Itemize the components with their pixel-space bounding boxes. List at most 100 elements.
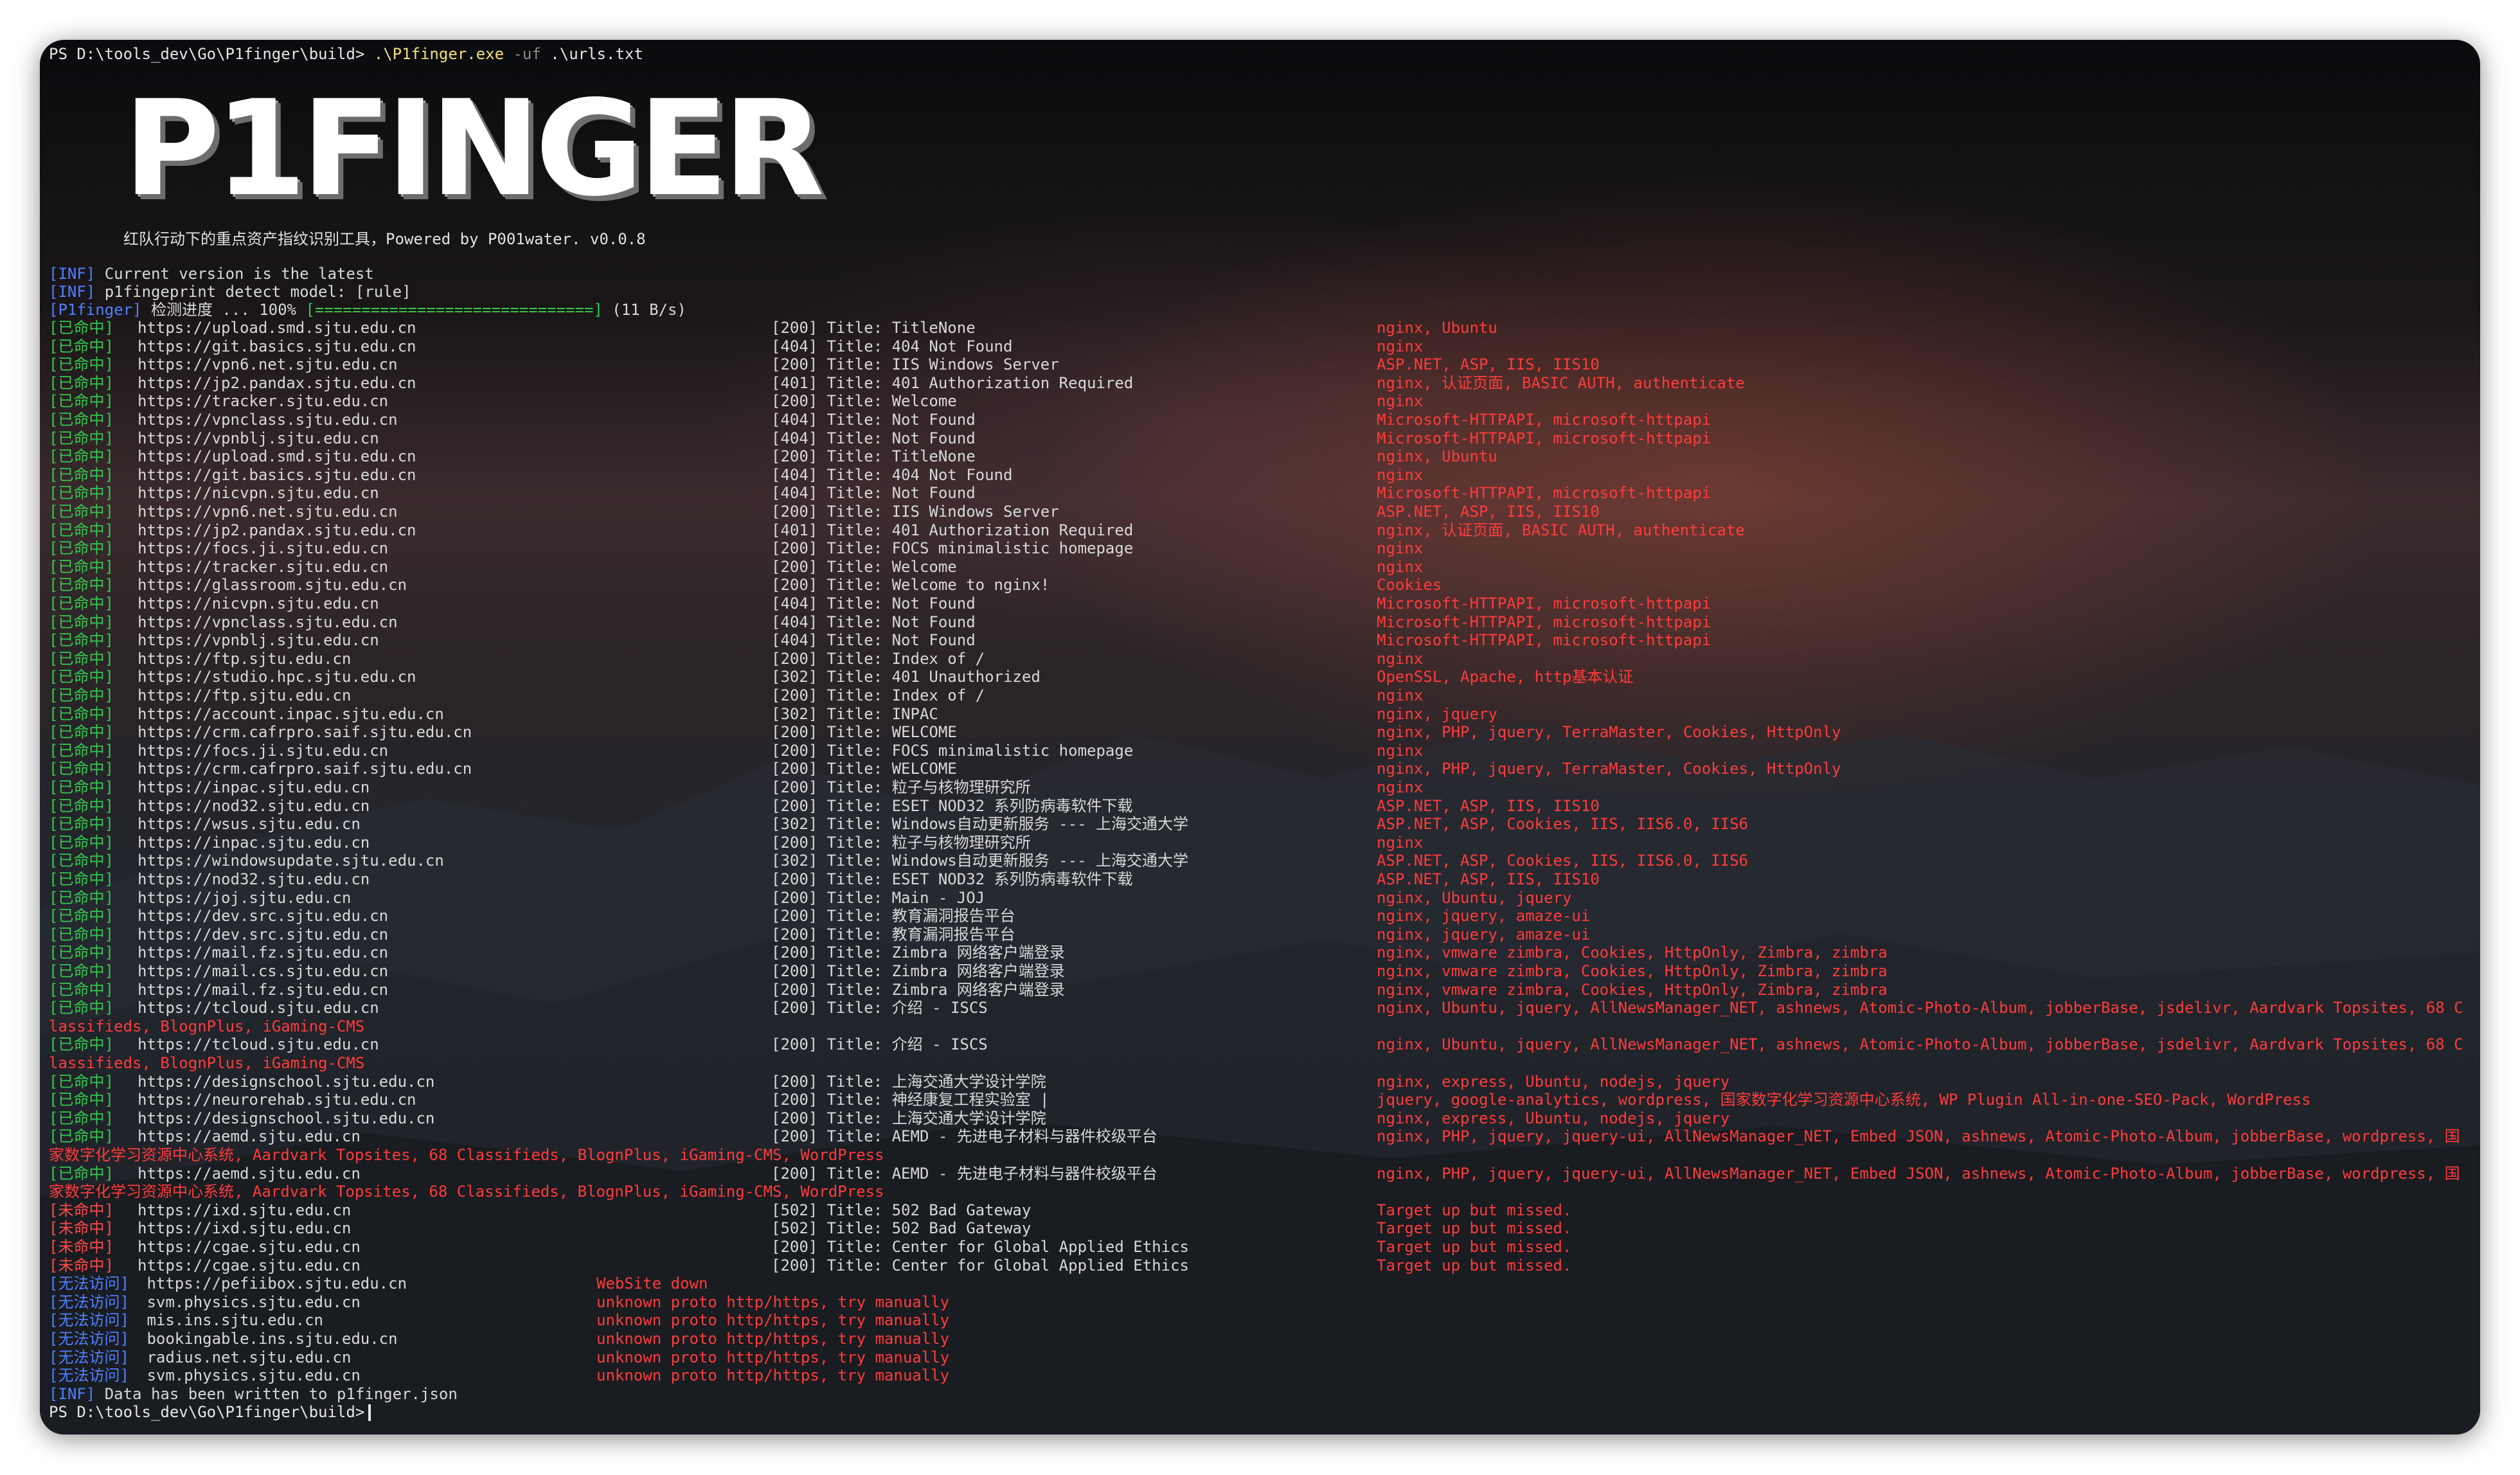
result-title: Title: TitleNone <box>818 447 976 466</box>
result-row: [已命中] https://upload.smd.sjtu.edu.cn [200]… <box>40 319 2480 337</box>
result-url: https://vpnclass.sjtu.edu.cn <box>138 411 398 429</box>
result-title: Title: 教育漏洞报告平台 <box>818 925 1015 943</box>
terminal-window[interactable]: PS D:\tools_dev\Go\P1finger\build> .\P1f… <box>40 40 2480 1435</box>
result-status-code: [200] <box>771 686 818 704</box>
result-title: Title: Zimbra 网络客户端登录 <box>818 943 1065 962</box>
result-url: https://neurorehab.sjtu.edu.cn <box>138 1091 416 1109</box>
result-url: https://vpn6.net.sjtu.edu.cn <box>138 355 398 374</box>
command-flag: -uf <box>513 45 541 63</box>
unreachable-message: unknown proto http/https, try manually <box>596 1348 950 1366</box>
result-url: https://git.basics.sjtu.edu.cn <box>138 465 416 484</box>
result-row: [已命中] https://mail.fz.sjtu.edu.cn [200] Ti… <box>40 981 2480 999</box>
result-row: [已命中] https://designschool.sjtu.edu.cn [20… <box>40 1109 2480 1127</box>
result-fingerprint: ASP.NET, ASP, Cookies, IIS, IIS6.0, IIS6 <box>1377 852 1748 870</box>
result-url: https://upload.smd.sjtu.edu.cn <box>138 319 416 337</box>
unreachable-row: [无法访问] bookingable.ins.sjtu.edu.cn unknow… <box>40 1330 2480 1348</box>
result-title: Title: 401 Authorization Required <box>818 521 1134 539</box>
result-url: https://jp2.pandax.sjtu.edu.cn <box>138 521 416 539</box>
result-title: Title: Zimbra 网络客户端登录 <box>818 980 1065 999</box>
unreachable-row: [无法访问] https://pefiibox.sjtu.edu.cn WebSi… <box>40 1274 2480 1292</box>
result-fingerprint: ASP.NET, ASP, IIS, IIS10 <box>1377 503 1600 521</box>
unreachable-row: [无法访问] svm.physics.sjtu.edu.cn unknown pr… <box>40 1293 2480 1311</box>
final-prompt-line[interactable]: PS D:\tools_dev\Go\P1finger\build> <box>49 1403 371 1422</box>
result-url: https://ftp.sjtu.edu.cn <box>138 686 352 704</box>
result-title: Title: IIS Windows Server <box>818 503 1059 521</box>
result-row: [已命中] https://mail.cs.sjtu.edu.cn [200] Ti… <box>40 962 2480 980</box>
result-status-code: [200] <box>771 741 818 760</box>
info-line: [INF] p1fingeprint detect model: [rule] <box>49 283 411 301</box>
result-fingerprint: Microsoft-HTTPAPI, microsoft-httpapi <box>1377 612 1711 631</box>
result-title: Title: AEMD - 先进电子材料与器件校级平台 <box>818 1164 1157 1183</box>
result-url: https://ixd.sjtu.edu.cn <box>138 1201 352 1219</box>
result-url: https://focs.ji.sjtu.edu.cn <box>138 539 389 558</box>
result-fingerprint: nginx <box>1377 465 1424 484</box>
result-url: https://aemd.sjtu.edu.cn <box>138 1164 361 1183</box>
result-title: Title: 粒子与核物理研究所 <box>818 833 1031 852</box>
result-row: [已命中] https://inpac.sjtu.edu.cn [200] Titl… <box>40 778 2480 796</box>
result-fingerprint: nginx <box>1377 741 1424 760</box>
result-url: https://crm.cafrpro.saif.sjtu.edu.cn <box>138 760 472 778</box>
result-status: [已命中] <box>49 999 114 1017</box>
command-arg: .\urls.txt <box>541 45 643 63</box>
result-row: [已命中] https://designschool.sjtu.edu.cn [20… <box>40 1073 2480 1091</box>
result-status: [已命中] <box>49 557 114 576</box>
result-status: [未命中] <box>49 1256 114 1274</box>
result-url: https://wsus.sjtu.edu.cn <box>138 815 361 834</box>
result-fingerprint: nginx <box>1377 392 1424 411</box>
info-tag: [INF] <box>49 283 96 301</box>
result-status: [已命中] <box>49 833 114 852</box>
result-status-code: [404] <box>771 612 818 631</box>
result-status-code: [200] <box>771 796 818 815</box>
result-status-code: [200] <box>771 778 818 796</box>
result-title: Title: Zimbra 网络客户端登录 <box>818 962 1065 980</box>
result-url: https://mail.fz.sjtu.edu.cn <box>138 943 389 962</box>
result-url: https://inpac.sjtu.edu.cn <box>138 833 370 852</box>
result-row: [已命中] https://wsus.sjtu.edu.cn [302] Title… <box>40 815 2480 833</box>
result-status: [已命中] <box>49 337 114 355</box>
result-url: https://vpnblj.sjtu.edu.cn <box>138 631 379 650</box>
result-row: [已命中] https://tracker.sjtu.edu.cn [200] Ti… <box>40 558 2480 576</box>
result-title: Title: Center for Global Applied Ethics <box>818 1256 1189 1274</box>
result-status: [已命中] <box>49 429 114 447</box>
result-title: Title: Index of / <box>818 686 985 704</box>
result-row: [已命中] https://account.inpac.sjtu.edu.cn [3… <box>40 705 2480 723</box>
result-title: Title: FOCS minimalistic homepage <box>818 741 1134 760</box>
result-title: Title: Welcome to nginx! <box>818 576 1050 594</box>
result-status: [已命中] <box>49 1164 114 1183</box>
result-fingerprint: Microsoft-HTTPAPI, microsoft-httpapi <box>1377 484 1711 503</box>
result-url: https://nicvpn.sjtu.edu.cn <box>138 484 379 503</box>
terminal-output[interactable]: PS D:\tools_dev\Go\P1finger\build> .\P1f… <box>40 40 2480 1435</box>
result-status: [已命中] <box>49 1072 114 1091</box>
result-title: Title: INPAC <box>818 704 938 723</box>
result-fingerprint: nginx, PHP, jquery, TerraMaster, Cookies… <box>1377 723 1841 742</box>
result-status-code: [404] <box>771 429 818 447</box>
info-text: Current version is the latest <box>95 265 374 283</box>
result-title: Title: Welcome <box>818 557 957 576</box>
result-fingerprint: nginx <box>1377 557 1424 576</box>
result-status-code: [200] <box>771 925 818 943</box>
result-title: Title: 介绍 - ISCS <box>818 999 988 1017</box>
result-status-code: [200] <box>771 1035 818 1054</box>
result-url: https://aemd.sjtu.edu.cn <box>138 1127 361 1146</box>
result-fingerprint: Target up but missed. <box>1377 1238 1572 1256</box>
unreachable-message: WebSite down <box>596 1274 708 1293</box>
unreachable-status: [无法访问] <box>49 1292 129 1311</box>
result-status: [已命中] <box>49 760 114 778</box>
result-row: [已命中] https://dev.src.sjtu.edu.cn [200] Ti… <box>40 925 2480 943</box>
result-fingerprint: nginx <box>1377 686 1424 704</box>
result-fingerprint: ASP.NET, ASP, IIS, IIS10 <box>1377 796 1600 815</box>
result-row: [已命中] https://nod32.sjtu.edu.cn [200] Titl… <box>40 797 2480 815</box>
result-fingerprint: nginx, vmware zimbra, Cookies, HttpOnly,… <box>1377 943 1888 962</box>
result-status: [已命中] <box>49 649 114 668</box>
result-title: Title: 上海交通大学设计学院 <box>818 1072 1046 1091</box>
result-status: [已命中] <box>49 576 114 594</box>
result-status: [已命中] <box>49 778 114 796</box>
result-fingerprint: OpenSSL, Apache, http基本认证 <box>1377 668 1634 686</box>
result-title: Title: FOCS minimalistic homepage <box>818 539 1134 558</box>
result-url: https://vpnblj.sjtu.edu.cn <box>138 429 379 447</box>
result-fingerprint: nginx, Ubuntu, jquery, AllNewsManager_NE… <box>1377 1035 2463 1054</box>
result-status: [已命中] <box>49 411 114 429</box>
result-url: https://cgae.sjtu.edu.cn <box>138 1256 361 1274</box>
result-status: [已命中] <box>49 870 114 888</box>
result-status-code: [302] <box>771 668 818 686</box>
